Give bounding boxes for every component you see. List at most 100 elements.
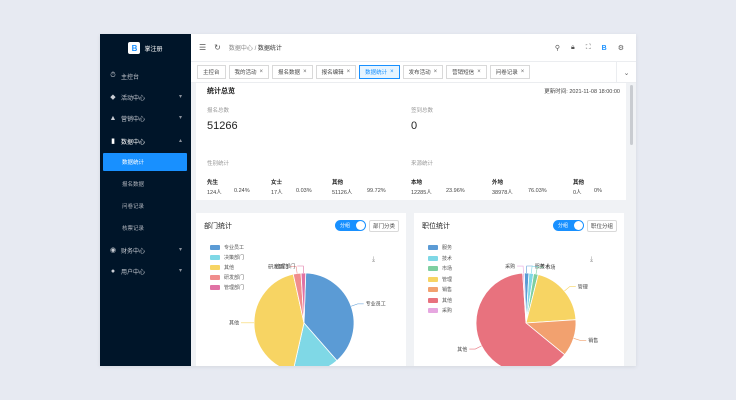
close-icon[interactable]: × (521, 69, 525, 75)
sidebar-item-data[interactable]: ▮ 数据中心 ▴ (100, 131, 191, 151)
clock-icon: ⏱ (110, 72, 116, 79)
pie-slice-label: 其他 (457, 346, 467, 353)
pie-label-line (297, 265, 304, 274)
source-name: 本地 (411, 180, 423, 186)
gear-icon[interactable]: ⚙ (618, 44, 624, 52)
gender-pct: 99.72% (367, 188, 386, 194)
tab-label: 营销短信 (452, 70, 475, 76)
tab-label: 主控台 (203, 70, 220, 76)
gender-count: 17人 (271, 190, 283, 196)
pie-label-line (351, 303, 364, 307)
fullscreen-icon[interactable]: ⛶ (586, 44, 591, 52)
signup-total-label: 报名总数 (207, 108, 230, 114)
gender-pct: 0.24% (234, 188, 250, 194)
close-icon[interactable]: × (477, 69, 481, 75)
sidebar-subitem-ticket-records[interactable]: 核票记录 (100, 219, 191, 237)
pie-label-line (564, 286, 576, 292)
source-count: 0人 (573, 190, 582, 196)
gender-name: 女士 (271, 180, 283, 186)
sidebar-item-users[interactable]: ● 用户中心 ▾ (100, 261, 191, 281)
main-content: 统计总览 更新时间: 2021-11-08 18:00:00 报名总数 5126… (191, 83, 636, 366)
breadcrumb: 数据中心 / 数据统计 (229, 43, 282, 52)
breadcrumb-current: 数据统计 (257, 46, 282, 52)
source-pct: 0% (594, 188, 602, 194)
tab-label: 数据统计 (365, 70, 388, 76)
breadcrumb-separator: / (254, 46, 257, 52)
lock-icon[interactable]: 🔒︎ (571, 44, 575, 52)
position-stats-card: 职位统计 分组 职位分组 ⤓ 服务 技术 市场 管理 销售 其他 采购 服务 技术 市场 管理 销售… (414, 213, 624, 366)
source-pct: 76.03% (528, 188, 547, 194)
sidebar-subitem-survey-records[interactable]: 问卷记录 (100, 197, 191, 215)
money-icon: ◉ (109, 247, 117, 254)
source-stats-label: 来源统计 (411, 161, 434, 167)
pie-label-line (469, 345, 482, 350)
pie-slice-label: 专业员工 (366, 301, 386, 308)
sidebar-item-marketing[interactable]: ▲ 营销中心 ▾ (100, 108, 191, 128)
source-count: 38978人 (492, 190, 513, 196)
tab-marketing-sms[interactable]: 营销短信 × (446, 65, 487, 79)
gender-pct: 0.03% (296, 188, 312, 194)
sidebar-subitem-statistics[interactable]: 数据统计 (103, 153, 187, 171)
tab-label: 问卷记录 (495, 70, 518, 76)
sidebar-item-label: 活动中心 (121, 95, 146, 102)
user-avatar-icon[interactable]: B (602, 45, 607, 52)
tab-dashboard[interactable]: 主控台 (197, 65, 226, 79)
top-bar: ☰ ↻ 数据中心 / 数据统计 ⚲ 🔒︎ ⛶ B ⚙ (191, 34, 636, 62)
chevron-down-icon: ▾ (178, 115, 182, 121)
refresh-icon[interactable]: ↻ (214, 43, 221, 52)
updated-time: 更新时间: 2021-11-08 18:00:00 (544, 89, 620, 95)
app-name: 掌注册 (144, 46, 163, 53)
dept-stats-card: 部门统计 分组 部门分类 ⤓ 专业员工决策部门其他研发部门管理部门 专业员工决策… (196, 213, 406, 366)
toolbar-icons: ⚲ 🔒︎ ⛶ B ⚙ (555, 34, 624, 62)
breadcrumb-parent[interactable]: 数据中心 (229, 46, 253, 52)
tab-label: 发布活动 (408, 70, 431, 76)
pie-slice-label: 管理部门 (275, 263, 295, 270)
sidebar-item-finance[interactable]: ◉ 财务中心 ▾ (100, 240, 191, 260)
chevron-down-icon: ▾ (178, 94, 182, 100)
search-icon[interactable]: ⚲ (555, 44, 560, 52)
sidebar-item-label: 数据中心 (121, 139, 146, 146)
chevron-down-icon: ▾ (178, 268, 182, 274)
close-icon[interactable]: × (390, 69, 394, 75)
tab-label: 报名数据 (278, 70, 301, 76)
tab-bar: 主控台 我的活动 × 报名数据 × 报名编辑 × 数据统计 × 发布活动 × 营销短信 × … (191, 62, 636, 83)
stats-overview-card: 统计总览 更新时间: 2021-11-08 18:00:00 报名总数 5126… (196, 83, 626, 200)
tab-publish-activity[interactable]: 发布活动 × (402, 65, 444, 79)
stats-title: 统计总览 (207, 88, 235, 95)
pie-slice-label: 市场 (545, 264, 555, 271)
position-pie-chart: 服务技术市场管理销售其他采购 (457, 263, 598, 366)
sidebar-item-activity[interactable]: ◆ 活动中心 ▾ (100, 87, 191, 107)
source-name: 外地 (492, 180, 504, 186)
tab-survey-records[interactable]: 问卷记录 × (489, 65, 531, 79)
tab-label: 我的活动 (234, 70, 257, 76)
gender-name: 其他 (332, 180, 344, 186)
close-icon[interactable]: × (260, 69, 264, 75)
scrollbar[interactable] (630, 85, 633, 145)
menu-toggle-icon[interactable]: ☰ (199, 43, 206, 52)
pie-slice-label: 销售 (588, 337, 598, 344)
app-logo[interactable]: B 掌注册 (100, 34, 191, 62)
checkin-total-label: 签到总数 (411, 108, 434, 114)
close-icon[interactable]: × (434, 69, 438, 75)
chevron-up-icon: ▴ (178, 138, 182, 144)
tab-label: 报名编辑 (321, 70, 344, 76)
pie-slice-label: 其他 (229, 320, 239, 327)
logo-icon: B (128, 42, 141, 54)
close-icon[interactable]: × (303, 69, 307, 75)
close-icon[interactable]: × (347, 69, 351, 75)
chevron-down-icon: ▾ (178, 247, 182, 253)
tab-statistics[interactable]: 数据统计 × (359, 65, 400, 79)
sidebar-item-label: 用户中心 (121, 269, 146, 276)
sidebar-subitem-signup-data[interactable]: 报名数据 (100, 175, 191, 193)
pie-label-line (573, 337, 587, 341)
gender-count: 51126人 (332, 190, 353, 196)
sidebar-item-dashboard[interactable]: ⏱ 主控台 (100, 66, 191, 86)
tab-signup-edit[interactable]: 报名编辑 × (315, 65, 357, 79)
checkin-total-value: 0 (411, 120, 418, 132)
dept-pie-chart: 专业员工决策部门其他研发部门管理部门 (229, 263, 386, 366)
sidebar-item-label: 财务中心 (121, 248, 146, 255)
tab-my-activity[interactable]: 我的活动 × (228, 65, 270, 79)
tab-signup-data[interactable]: 报名数据 × (272, 65, 313, 79)
chevron-down-icon[interactable]: ⌄ (616, 62, 636, 83)
sidebar-item-label: 主控台 (121, 74, 140, 81)
